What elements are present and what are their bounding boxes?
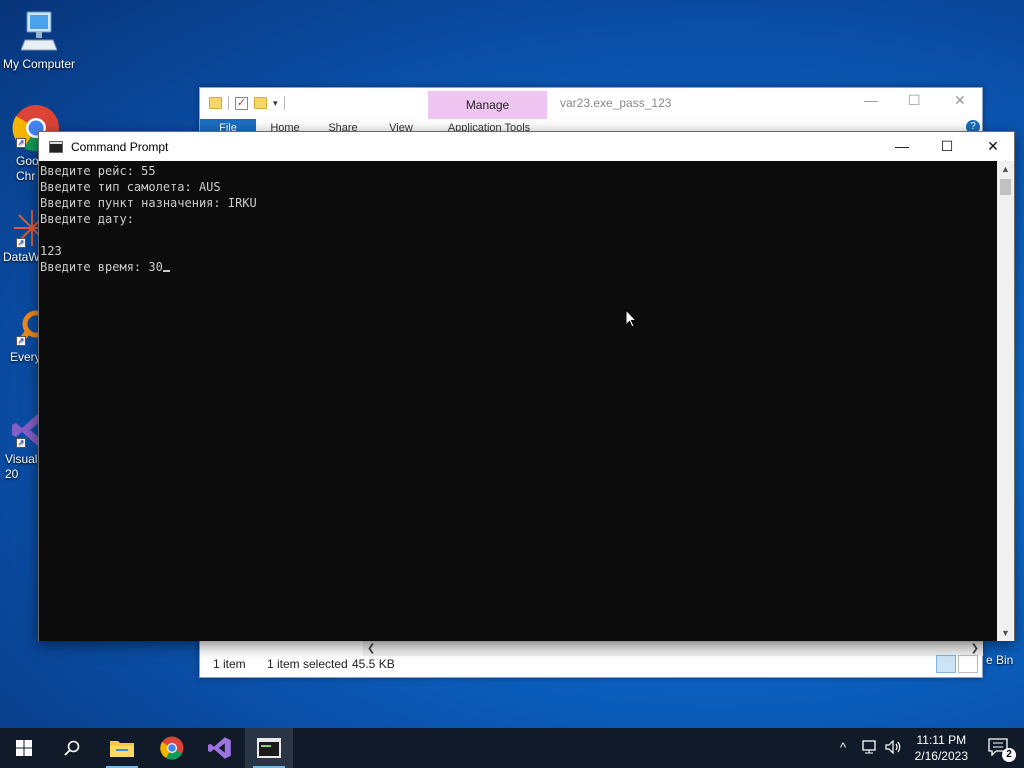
status-selected: 1 item selected (267, 657, 348, 671)
mouse-pointer-icon (625, 308, 638, 334)
shortcut-arrow-icon: ↗ (16, 138, 26, 148)
desktop-icon-label: My Computer (2, 57, 76, 71)
vertical-scrollbar[interactable]: ▲ ▼ (997, 161, 1014, 641)
divider (228, 96, 229, 110)
customize-toolbar-icon[interactable]: ▾ (273, 98, 278, 109)
scroll-down-icon[interactable]: ▼ (997, 625, 1014, 641)
desktop-icon-my-computer[interactable]: My Computer (0, 10, 79, 71)
console-input-line[interactable]: Введите время: 30 (40, 259, 998, 275)
computer-icon (0, 10, 79, 55)
status-bar: 1 item 1 item selected 45.5 KB (200, 653, 982, 677)
quick-access-toolbar: ✓ ▾ (200, 96, 285, 110)
scroll-up-icon[interactable]: ▲ (997, 161, 1014, 177)
shortcut-arrow-icon: ↗ (16, 438, 26, 448)
properties-icon[interactable]: ✓ (235, 96, 248, 110)
console-output[interactable]: Введите рейс: 55 Введите тип самолета: A… (39, 161, 999, 641)
console-line: Введите дату: (40, 212, 134, 226)
close-icon[interactable]: ✕ (954, 92, 966, 109)
file-explorer-icon (110, 741, 134, 757)
cmd-titlebar[interactable]: Command Prompt (39, 132, 1014, 161)
notifications-button[interactable]: 2 (988, 738, 1016, 762)
shortcut-arrow-icon: ↗ (16, 336, 26, 346)
text-cursor (162, 270, 170, 272)
volume-icon[interactable] (885, 739, 903, 757)
maximize-button[interactable]: ☐ (924, 132, 970, 161)
start-icon (16, 740, 32, 756)
command-prompt-icon (257, 738, 281, 758)
start-button[interactable] (0, 728, 48, 768)
console-line: Введите тип самолета: AUS (40, 180, 221, 194)
large-icons-view-icon[interactable] (958, 655, 978, 673)
folder-icon (209, 97, 222, 109)
shortcut-arrow-icon: ↗ (16, 238, 26, 248)
new-folder-icon[interactable] (254, 97, 267, 109)
command-prompt-window[interactable]: Command Prompt — ☐ ✕ Введите рейс: 55 Вв… (38, 131, 1015, 641)
taskbar-chrome[interactable] (148, 728, 196, 768)
notification-count-badge: 2 (1002, 748, 1016, 762)
status-size: 45.5 KB (352, 657, 395, 671)
clock-time: 11:11 PM (916, 733, 967, 747)
recycle-bin-label[interactable]: e Bin (986, 653, 1013, 667)
taskbar-command-prompt[interactable] (245, 728, 293, 768)
visual-studio-icon (208, 737, 231, 759)
explorer-title: var23.exe_pass_123 (560, 96, 672, 110)
minimize-button[interactable]: — (879, 132, 925, 161)
search-button[interactable] (48, 728, 96, 768)
status-item-count: 1 item (213, 657, 246, 671)
close-button[interactable]: ✕ (970, 132, 1016, 161)
clock-date: 2/16/2023 (914, 749, 968, 763)
taskbar-visual-studio[interactable] (196, 728, 244, 768)
divider (283, 96, 285, 110)
taskbar: ^ 11:11 PM 2/16/2023 2 (0, 728, 1024, 768)
show-hidden-icons[interactable]: ^ (840, 740, 846, 755)
console-line: Введите пункт назначения: IRKU (40, 196, 257, 210)
console-line: Введите время: 30 (40, 260, 163, 274)
minimize-icon[interactable]: — (864, 92, 878, 108)
command-prompt-icon (49, 140, 63, 153)
console-line: 123 (40, 244, 62, 258)
manage-tab[interactable]: Manage (428, 91, 547, 119)
system-clock[interactable]: 11:11 PM 2/16/2023 (915, 732, 968, 764)
chrome-icon (160, 736, 184, 760)
network-icon[interactable] (862, 740, 880, 757)
cmd-title: Command Prompt (71, 139, 169, 154)
console-line: Введите рейс: 55 (40, 164, 156, 178)
search-icon (64, 740, 80, 756)
details-view-icon[interactable] (936, 655, 956, 673)
scrollbar-thumb[interactable] (1000, 179, 1011, 195)
taskbar-file-explorer[interactable] (98, 728, 146, 768)
maximize-icon[interactable]: ☐ (908, 92, 921, 109)
